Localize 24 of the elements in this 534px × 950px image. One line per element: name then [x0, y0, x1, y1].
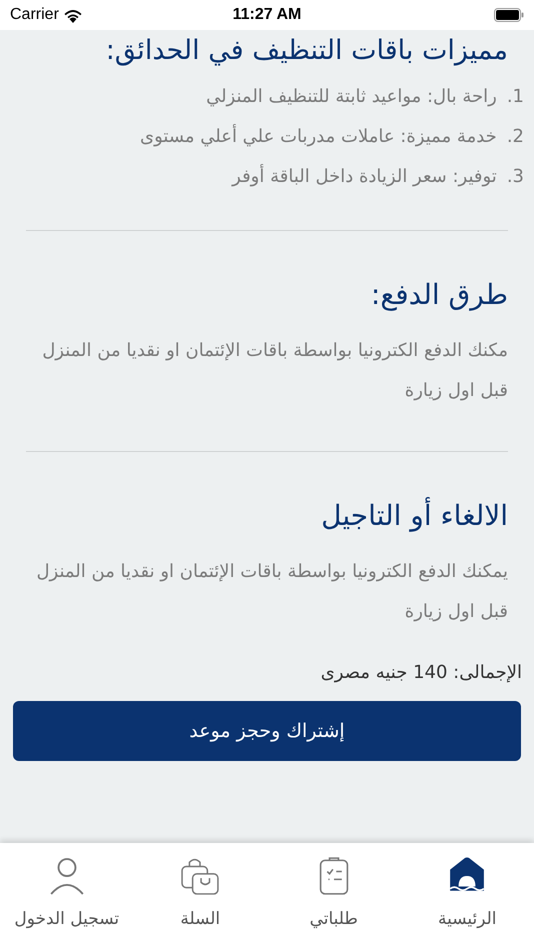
feature-text: توفير: سعر الزيادة داخل الباقة أوفر [232, 164, 497, 189]
section-text: مكنك الدفع الكترونيا بواسطة باقات الإئتمان او نقديا من المنزل قبل اول زيارة [41, 339, 508, 403]
section-heading: طرق الدفع: [370, 277, 508, 313]
shopping-bags-icon [181, 857, 220, 895]
carrier-text: Carrier [10, 6, 59, 24]
clipboard-icon [318, 857, 349, 895]
total-price: الإجمالى: 140 جنيه مصرى [320, 662, 522, 683]
feature-text: خدمة مميزة: عاملات مدربات علي أعلي مستوى [140, 124, 497, 149]
tab-item[interactable]: الرئيسية [400, 843, 534, 950]
feature-text: راحة بال: مواعيد ثابتة للتنظيف المنزلي [206, 85, 497, 109]
tab-item[interactable]: السلة [134, 843, 267, 950]
tab-item[interactable]: طلباتي [267, 843, 400, 950]
tab-item[interactable]: تسجيل الدخول [0, 843, 134, 950]
section-text: يمكنك الدفع الكترونيا بواسطة باقات الإئتمان او نقديا من المنزل قبل اول زيارة [35, 560, 508, 624]
list-number: 2. [506, 125, 524, 149]
list-number: 3. [506, 165, 524, 189]
section-heading: مميزات باقات التنظيف في الحدائق: [104, 34, 508, 68]
battery-icon [494, 8, 524, 22]
subscribe-button[interactable]: إشتراك وحجز موعد [13, 701, 521, 761]
wifi-icon [62, 8, 83, 22]
clock-text: 11:27 AM [232, 6, 302, 23]
list-number: 1. [506, 85, 524, 109]
person-icon [48, 857, 85, 895]
section-heading: الالغاء أو التاجيل [320, 498, 508, 534]
